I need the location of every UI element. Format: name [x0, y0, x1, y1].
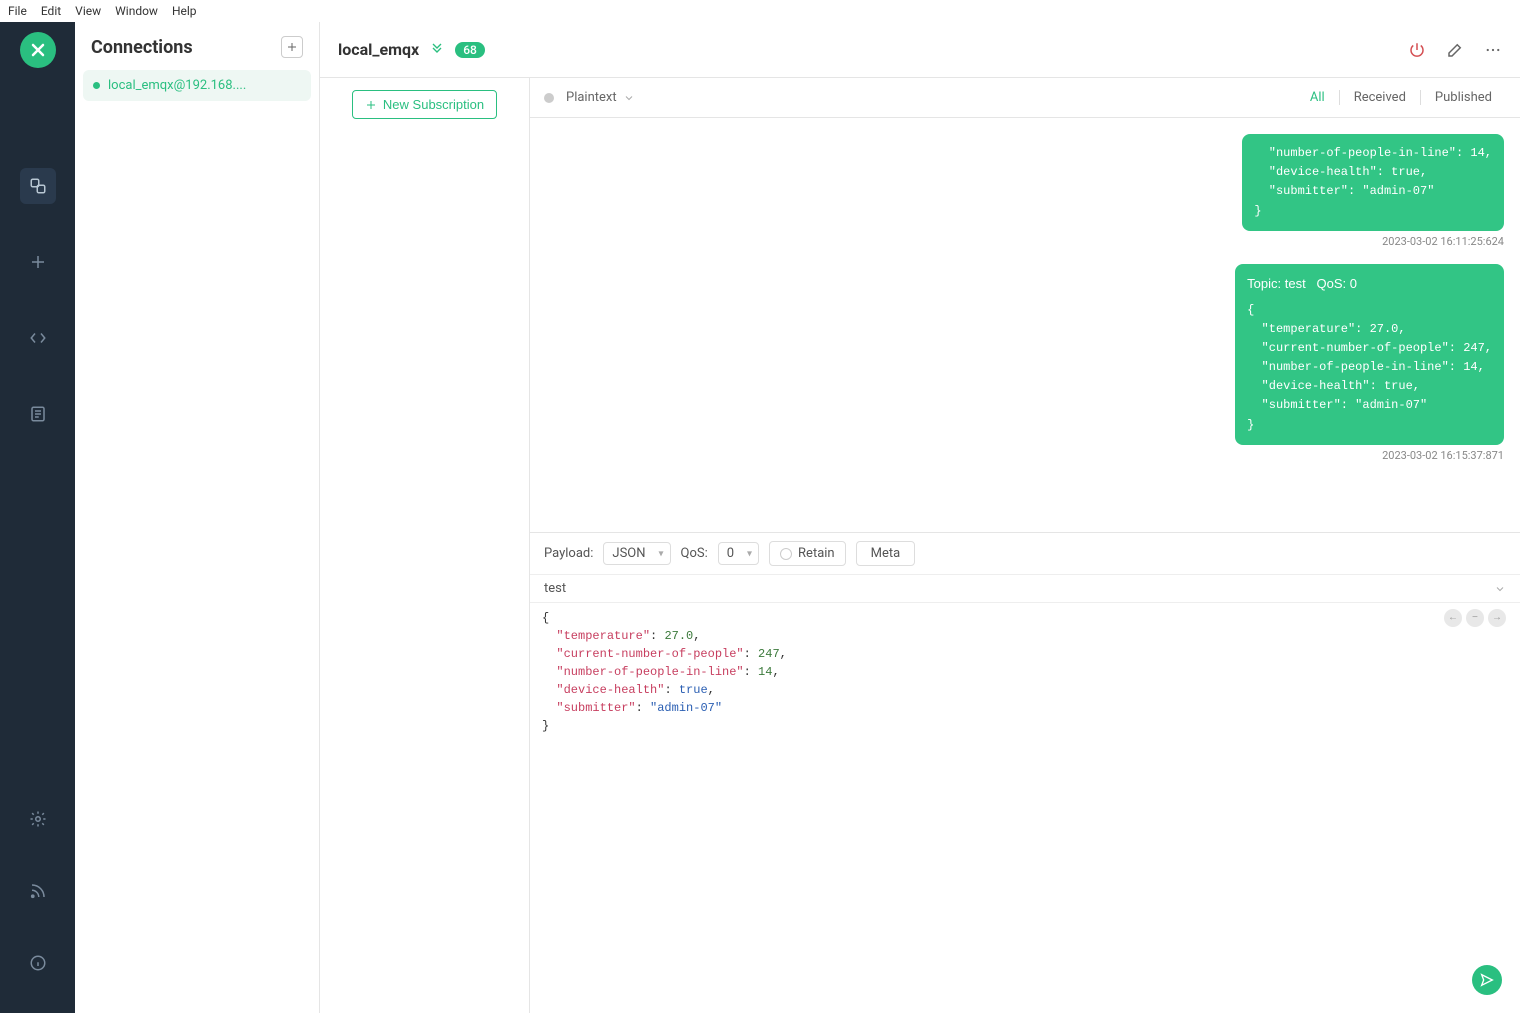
editor-line: "current-number-of-people": 247,	[542, 645, 1508, 663]
editor-line: "temperature": 27.0,	[542, 627, 1508, 645]
qos-select[interactable]: 0 ▾	[718, 542, 759, 565]
message-header: Topic: test QoS: 0	[1247, 274, 1492, 295]
status-dot-icon	[93, 82, 100, 89]
message-list[interactable]: "number-of-people-in-line": 14, "device-…	[530, 118, 1520, 532]
menu-help[interactable]: Help	[172, 4, 197, 18]
nav-add-icon[interactable]	[20, 244, 56, 280]
message-bubble: Topic: test QoS: 0 { "temperature": 27.0,…	[1235, 264, 1504, 445]
nav-connections-icon[interactable]	[20, 168, 56, 204]
connection-name: local_emqx@192.168....	[108, 78, 246, 93]
connection-title: local_emqx	[338, 40, 419, 59]
menu-file[interactable]: File	[8, 4, 27, 18]
message-count-badge: 68	[455, 42, 485, 58]
message-bubble: "number-of-people-in-line": 14, "device-…	[1242, 134, 1504, 231]
connections-panel: Connections local_emqx@192.168....	[75, 22, 320, 1013]
nav-script-icon[interactable]	[20, 320, 56, 356]
payload-format-select[interactable]: JSON ▾	[603, 542, 670, 565]
retain-radio-icon	[780, 548, 792, 560]
menu-edit[interactable]: Edit	[41, 4, 61, 18]
topbar: local_emqx 68	[320, 22, 1520, 78]
editor-prev-button[interactable]: ←	[1444, 609, 1462, 627]
send-button[interactable]	[1472, 965, 1502, 995]
editor-line: "submitter": "admin-07"	[542, 699, 1508, 717]
topic-input[interactable]: test	[544, 581, 566, 596]
messages-area: Plaintext AllReceivedPublished "number-o…	[530, 78, 1520, 1013]
disconnect-button[interactable]	[1408, 41, 1426, 59]
connections-title: Connections	[91, 37, 193, 58]
editor-line: {	[542, 609, 1508, 627]
message-timestamp: 2023-03-02 16:11:25:624	[1382, 235, 1504, 248]
filter-tab-all[interactable]: All	[1296, 90, 1339, 105]
sidebar-nav	[0, 22, 75, 1013]
more-button[interactable]	[1484, 41, 1502, 59]
topic-row: test	[530, 574, 1520, 602]
connection-item[interactable]: local_emqx@192.168....	[83, 70, 311, 101]
qos-label: QoS:	[681, 546, 708, 561]
expand-chevron-icon[interactable]	[429, 42, 445, 58]
format-label[interactable]: Plaintext	[566, 90, 617, 105]
menubar: File Edit View Window Help	[0, 0, 1520, 22]
nav-info-icon[interactable]	[20, 945, 56, 981]
message-body: "number-of-people-in-line": 14, "device-…	[1254, 144, 1492, 221]
chevron-down-icon: ▾	[747, 548, 752, 559]
editor-next-button[interactable]: →	[1488, 609, 1506, 627]
filter-tab-published[interactable]: Published	[1420, 90, 1506, 105]
chevron-down-icon: ▾	[658, 548, 663, 559]
subscriptions-panel: New Subscription	[320, 78, 530, 1013]
filter-tab-received[interactable]: Received	[1339, 90, 1420, 105]
payload-label: Payload:	[544, 546, 593, 561]
editor-line: "device-health": true,	[542, 681, 1508, 699]
nav-settings-icon[interactable]	[20, 801, 56, 837]
meta-button[interactable]: Meta	[856, 541, 916, 566]
payload-editor[interactable]: ← − → { "temperature": 27.0, "current-nu…	[530, 602, 1520, 1013]
payload-bar: Payload: JSON ▾ QoS: 0 ▾ Retain	[530, 532, 1520, 574]
editor-line: }	[542, 717, 1508, 735]
new-subscription-button[interactable]: New Subscription	[352, 90, 497, 119]
main-area: local_emqx 68 New Subs	[320, 22, 1520, 1013]
message-timestamp: 2023-03-02 16:15:37:871	[1382, 449, 1504, 462]
app-logo	[20, 32, 56, 68]
menu-window[interactable]: Window	[115, 4, 158, 18]
retain-toggle[interactable]: Retain	[769, 541, 846, 566]
format-status-dot	[544, 93, 554, 103]
collapse-chevron-icon[interactable]	[1494, 583, 1506, 595]
format-chevron-icon[interactable]	[623, 92, 635, 104]
nav-log-icon[interactable]	[20, 396, 56, 432]
new-subscription-label: New Subscription	[383, 97, 484, 112]
add-connection-button[interactable]	[281, 36, 303, 58]
editor-line: "number-of-people-in-line": 14,	[542, 663, 1508, 681]
message-body: { "temperature": 27.0, "current-number-o…	[1247, 301, 1492, 435]
message-toolbar: Plaintext AllReceivedPublished	[530, 78, 1520, 118]
menu-view[interactable]: View	[75, 4, 101, 18]
editor-delete-button[interactable]: −	[1466, 609, 1484, 627]
edit-button[interactable]	[1446, 41, 1464, 59]
nav-feed-icon[interactable]	[20, 873, 56, 909]
